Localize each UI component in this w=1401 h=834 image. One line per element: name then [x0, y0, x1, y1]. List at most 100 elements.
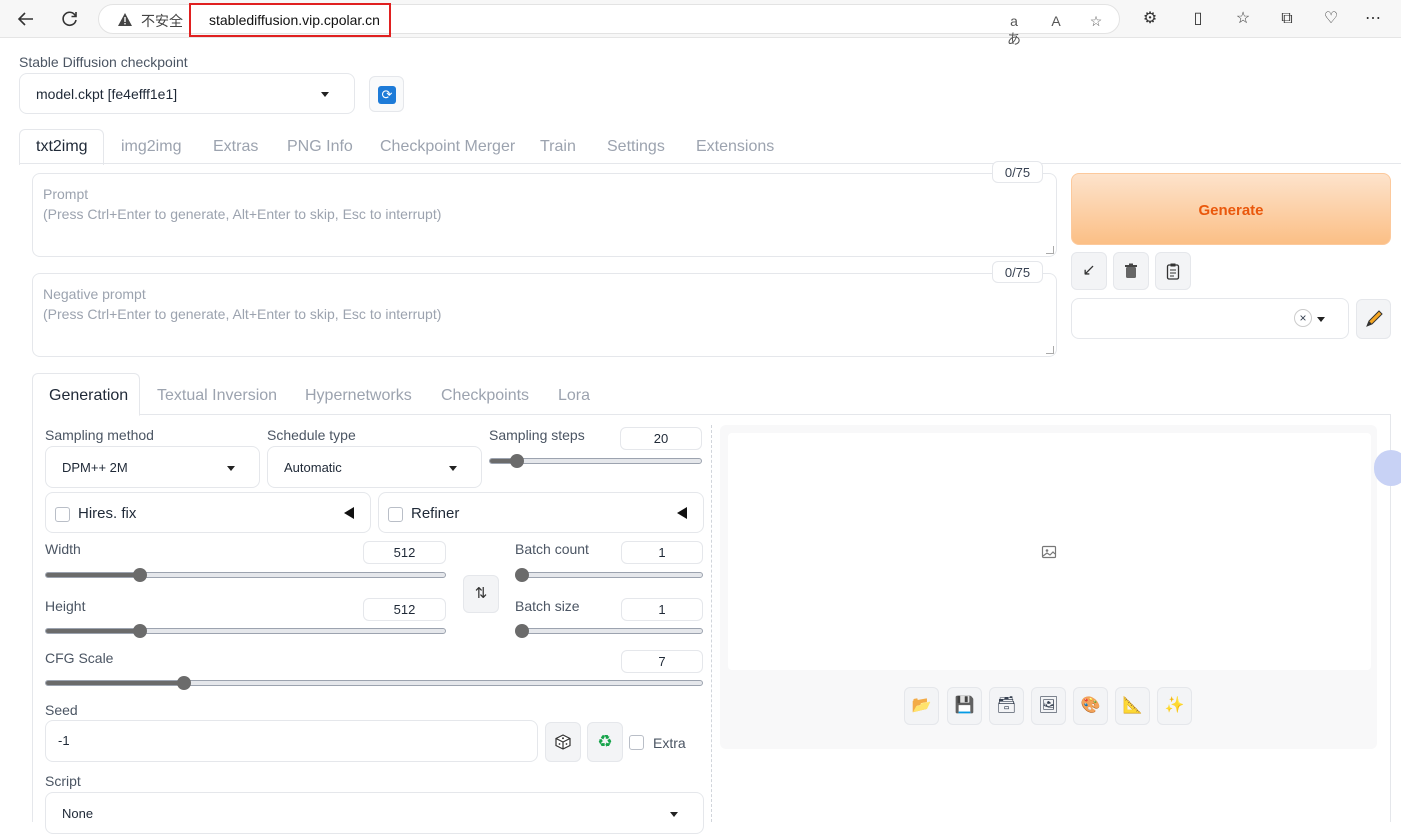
- seed-input[interactable]: -1: [45, 720, 538, 762]
- insecure-label: 不安全: [141, 13, 183, 29]
- open-folder-button[interactable]: 📂: [904, 687, 939, 725]
- chevron-down-icon: [449, 466, 457, 471]
- read-params-button[interactable]: ↙: [1071, 252, 1107, 290]
- slider-thumb[interactable]: [177, 676, 191, 690]
- sampling-steps-slider[interactable]: [489, 454, 702, 468]
- height-slider[interactable]: [45, 624, 446, 638]
- palette-icon: 🎨: [1080, 697, 1101, 714]
- resize-handle[interactable]: [1046, 246, 1054, 254]
- upscale-button[interactable]: ✨: [1157, 687, 1192, 725]
- send-to-extras-button[interactable]: 📐: [1115, 687, 1150, 725]
- clear-prompt-button[interactable]: [1113, 252, 1149, 290]
- sampling-method-dropdown[interactable]: DPM++ 2M: [45, 446, 260, 488]
- tab-textual-inversion[interactable]: Textual Inversion: [157, 387, 277, 405]
- tab-extras[interactable]: Extras: [213, 138, 258, 156]
- image-preview-area: [728, 433, 1371, 670]
- hires-fix-checkbox[interactable]: [55, 507, 70, 522]
- swap-dimensions-button[interactable]: ⇅: [463, 575, 499, 613]
- tab-checkpoint-merger[interactable]: Checkpoint Merger: [380, 138, 515, 156]
- tab-img2img[interactable]: img2img: [121, 138, 181, 156]
- tab-train[interactable]: Train: [540, 138, 576, 156]
- reload-icon[interactable]: [58, 7, 82, 31]
- checkpoint-dropdown[interactable]: model.ckpt [fe4efff1e1]: [19, 73, 355, 114]
- styles-dropdown[interactable]: ×: [1071, 298, 1349, 339]
- width-slider[interactable]: [45, 568, 446, 582]
- chevron-down-icon: [227, 466, 235, 471]
- address-bar[interactable]: 不安全 stablediffusion.vip.cpolar.cn aあ A ☆: [98, 3, 1120, 47]
- batch-count-input[interactable]: 1: [621, 541, 703, 564]
- script-value: None: [62, 806, 94, 821]
- slider-fill: [46, 681, 184, 685]
- browser-essentials-icon[interactable]: ♡: [1320, 8, 1342, 30]
- generate-button[interactable]: Generate: [1071, 173, 1391, 245]
- slider-thumb[interactable]: [515, 624, 529, 638]
- send-to-img2img-button[interactable]: 🖼: [1031, 687, 1066, 725]
- batch-count-slider[interactable]: [515, 568, 703, 582]
- hires-fix-accordion[interactable]: Hires. fix: [45, 492, 371, 533]
- collapse-triangle-icon[interactable]: [344, 507, 354, 519]
- prompt-textarea[interactable]: Prompt (Press Ctrl+Enter to generate, Al…: [32, 173, 1057, 257]
- edit-styles-button[interactable]: [1356, 299, 1391, 339]
- favorite-star-icon[interactable]: ☆: [1087, 12, 1105, 30]
- batch-size-input[interactable]: 1: [621, 598, 703, 621]
- tab-extensions[interactable]: Extensions: [696, 138, 774, 156]
- tab-checkpoints[interactable]: Checkpoints: [441, 387, 529, 405]
- send-to-inpaint-button[interactable]: 🎨: [1073, 687, 1108, 725]
- cfg-scale-slider[interactable]: [45, 676, 703, 690]
- sampling-method-label: Sampling method: [45, 427, 154, 443]
- apply-styles-button[interactable]: [1155, 252, 1191, 290]
- reuse-seed-button[interactable]: ♻: [587, 722, 623, 762]
- slider-thumb[interactable]: [133, 568, 147, 582]
- width-input[interactable]: 512: [363, 541, 446, 564]
- floating-assistant-icon[interactable]: [1374, 450, 1401, 486]
- clear-x-icon[interactable]: ×: [1294, 309, 1312, 327]
- tab-hypernetworks[interactable]: Hypernetworks: [305, 387, 412, 405]
- collapse-triangle-icon[interactable]: [677, 507, 687, 519]
- cfg-scale-input[interactable]: 7: [621, 650, 703, 673]
- negative-prompt-textarea[interactable]: Negative prompt (Press Ctrl+Enter to gen…: [32, 273, 1057, 357]
- read-aloud-icon[interactable]: A: [1047, 12, 1065, 30]
- extensions-icon[interactable]: ⚙: [1139, 8, 1161, 30]
- sampling-steps-input[interactable]: 20: [620, 427, 702, 450]
- recycle-icon: ♻: [597, 732, 613, 751]
- script-dropdown[interactable]: None: [45, 792, 704, 834]
- sub-tabs-divider: [32, 414, 1391, 415]
- extra-seed-checkbox[interactable]: [629, 735, 644, 750]
- extra-label: Extra: [653, 735, 686, 751]
- archive-box-icon: 🗃: [996, 697, 1017, 714]
- folder-icon: 📂: [911, 697, 932, 714]
- split-screen-icon[interactable]: ▯: [1187, 8, 1209, 30]
- picture-icon: 🖼: [1038, 697, 1059, 714]
- url-text[interactable]: stablediffusion.vip.cpolar.cn: [209, 12, 380, 28]
- slider-thumb[interactable]: [510, 454, 524, 468]
- slider-thumb[interactable]: [133, 624, 147, 638]
- refiner-accordion[interactable]: Refiner: [378, 492, 704, 533]
- tab-settings[interactable]: Settings: [607, 138, 665, 156]
- more-menu-icon[interactable]: ⋯: [1362, 8, 1384, 30]
- slider-thumb[interactable]: [515, 568, 529, 582]
- prompt-token-counter: 0/75: [992, 161, 1043, 183]
- resize-handle[interactable]: [1046, 346, 1054, 354]
- tab-txt2img[interactable]: txt2img: [36, 138, 88, 156]
- schedule-type-dropdown[interactable]: Automatic: [267, 446, 482, 488]
- tab-generation[interactable]: Generation: [49, 387, 128, 405]
- save-button[interactable]: 💾: [947, 687, 982, 725]
- pencil-icon: [1366, 310, 1383, 327]
- image-placeholder-icon: [1041, 545, 1057, 559]
- favorites-icon[interactable]: ☆: [1232, 8, 1254, 30]
- height-label: Height: [45, 598, 86, 614]
- refresh-checkpoint-button[interactable]: ⟳: [369, 76, 404, 112]
- batch-size-slider[interactable]: [515, 624, 703, 638]
- chevron-down-icon: [321, 92, 329, 97]
- zip-button[interactable]: 🗃: [989, 687, 1024, 725]
- height-input[interactable]: 512: [363, 598, 446, 621]
- negative-prompt-token-counter: 0/75: [992, 261, 1043, 283]
- random-seed-button[interactable]: [545, 722, 581, 762]
- collections-icon[interactable]: ⧉: [1276, 8, 1298, 30]
- back-arrow-icon[interactable]: [14, 7, 38, 31]
- refiner-checkbox[interactable]: [388, 507, 403, 522]
- tab-png-info[interactable]: PNG Info: [287, 138, 353, 156]
- translate-icon[interactable]: aあ: [1005, 12, 1023, 47]
- checkpoint-label: Stable Diffusion checkpoint: [19, 54, 188, 70]
- tab-lora[interactable]: Lora: [558, 387, 590, 405]
